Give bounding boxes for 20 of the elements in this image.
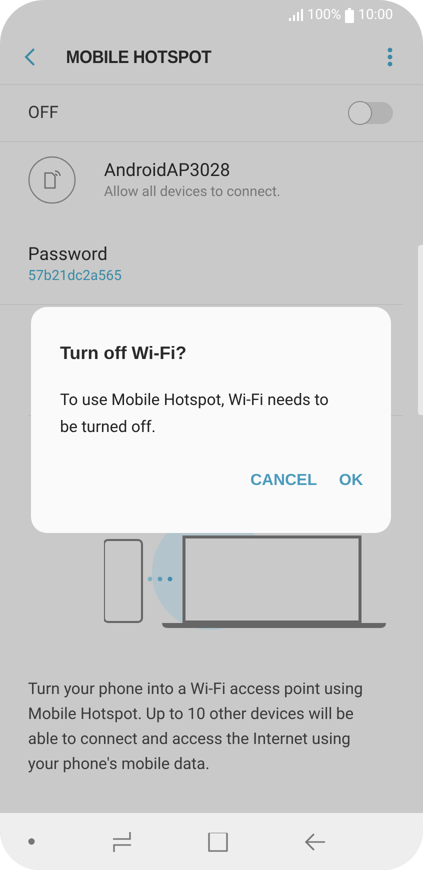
hotspot-toggle[interactable]	[349, 102, 393, 124]
password-value: 57b21dc2a565	[28, 268, 123, 284]
page-title: MOBILE HOTSPOT	[66, 46, 212, 68]
hotspot-icon	[28, 156, 76, 204]
recent-apps-icon[interactable]	[112, 830, 132, 852]
dialog-button[interactable]: OK	[339, 468, 363, 494]
dialog-title: Turn off Wi-Fi?	[60, 343, 188, 364]
more-options-button[interactable]	[385, 45, 395, 69]
signal-icon	[289, 9, 304, 21]
dialog-message: To use Mobile Hotspot, Wi-Fi needs to be turned off.	[60, 389, 330, 438]
back-icon[interactable]	[304, 832, 325, 850]
network-subtitle: Allow all devices to connect.	[104, 184, 280, 200]
dot-icon[interactable]	[28, 838, 36, 845]
description-text: Turn your phone into a Wi-Fi access point using Mobile Hotspot. Up to 10 other devices will be able to connect and access the Internet using your phone's mobile data.	[28, 678, 364, 775]
dialog-button[interactable]: CANCEL	[250, 468, 317, 494]
switch-label: OFF	[28, 103, 58, 123]
home-icon[interactable]	[208, 832, 228, 852]
password-label: Password	[28, 244, 109, 265]
battery-icon	[345, 8, 354, 22]
network-name: AndroidAP3028	[104, 160, 232, 181]
